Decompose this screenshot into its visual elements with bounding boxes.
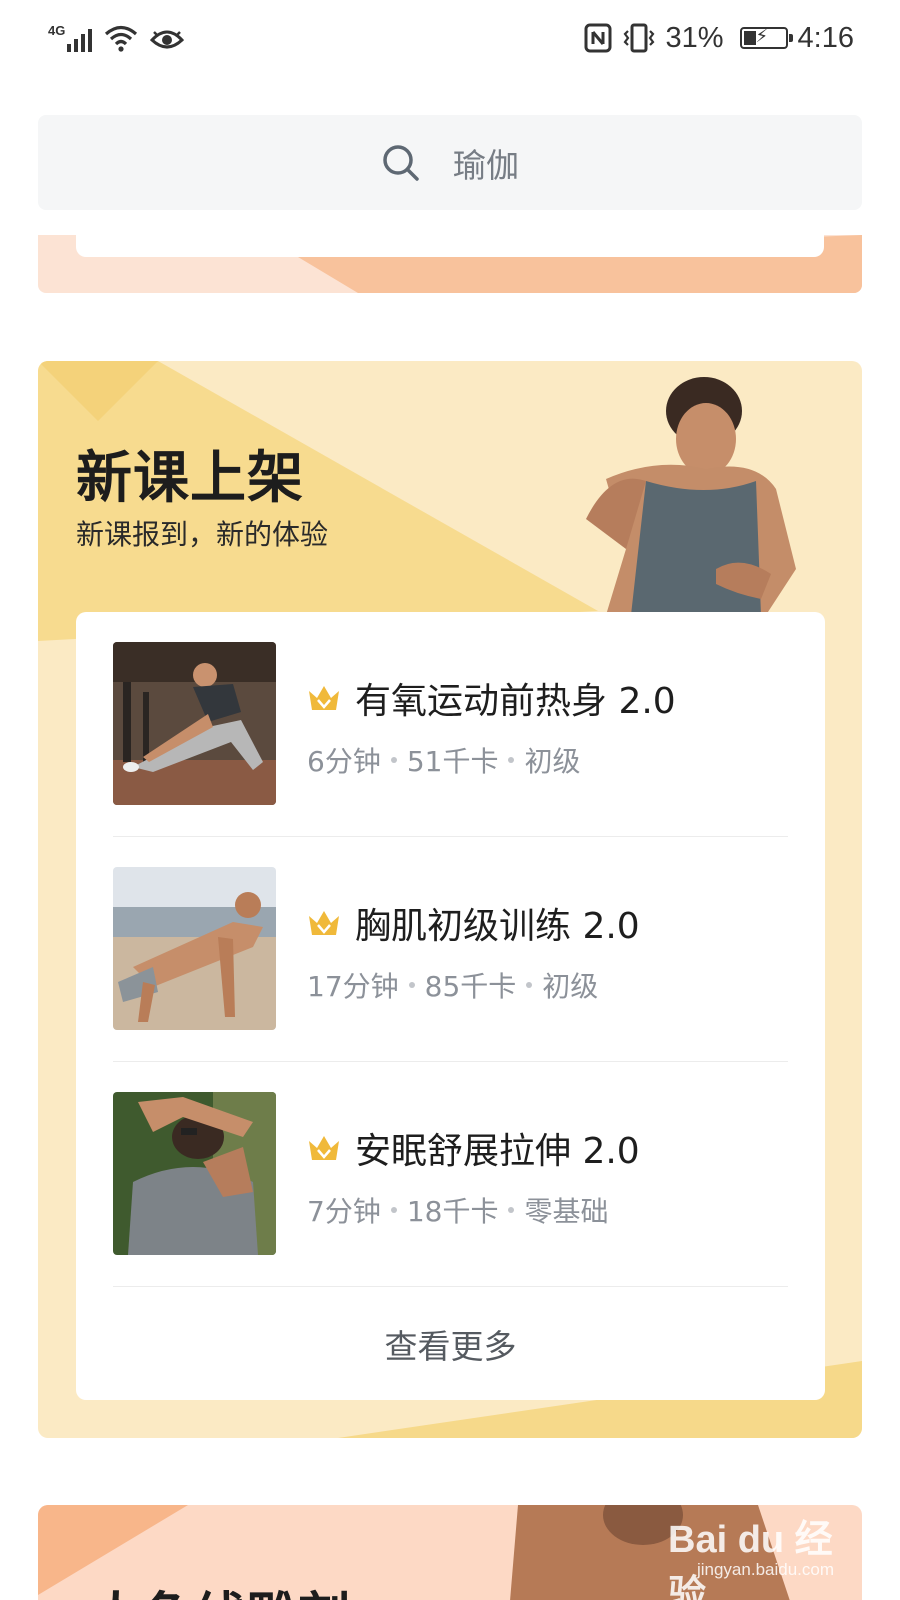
course-list-card: 有氧运动前热身 2.0 6分钟 51千卡 初级 胸肌初级训练 2.0 17分钟 …	[76, 612, 825, 1400]
status-bar-right: 31% ⚡ 4:16	[584, 18, 854, 58]
course-title-row: 胸肌初级训练 2.0	[307, 897, 640, 949]
course-duration: 17分钟	[307, 970, 399, 1003]
nfc-icon	[584, 23, 611, 53]
course-duration: 7分钟	[307, 1195, 381, 1228]
section-title: 人鱼线雕刻	[90, 1575, 350, 1600]
separator-dot	[508, 1207, 515, 1213]
course-thumbnail	[113, 867, 276, 1030]
status-bar-left: 4G	[48, 22, 185, 52]
clock-time: 4:16	[797, 21, 854, 54]
signal-icon	[67, 26, 93, 52]
section-title: 新课上架	[76, 446, 304, 511]
course-calories: 51千卡	[406, 745, 499, 778]
crown-icon	[309, 911, 339, 935]
course-title-row: 安眠舒展拉伸 2.0	[307, 1122, 640, 1174]
runner-illustration	[586, 377, 796, 615]
crown-icon	[309, 686, 339, 710]
separator-dot	[408, 982, 415, 988]
separator-dot	[390, 1207, 397, 1213]
crown-icon	[309, 1136, 339, 1160]
search-icon	[383, 144, 419, 181]
course-title: 有氧运动前热身 2.0	[355, 681, 676, 722]
course-item[interactable]: 胸肌初级训练 2.0 17分钟 85千卡 初级	[113, 837, 788, 1062]
course-meta: 17分钟 85千卡 初级	[307, 965, 598, 1005]
course-calories: 85千卡	[424, 970, 517, 1003]
separator-dot	[526, 982, 533, 988]
course-thumbnail	[113, 642, 276, 805]
course-title: 胸肌初级训练 2.0	[355, 906, 640, 947]
new-courses-section: 新课上架 新课报到，新的体验 有氧运动前热身 2.0 6分钟 51千卡 初级 胸…	[38, 361, 862, 1438]
separator-dot	[508, 757, 515, 763]
course-thumbnail	[113, 1092, 276, 1255]
course-title: 安眠舒展拉伸 2.0	[355, 1131, 640, 1172]
battery-icon: ⚡	[739, 26, 793, 49]
network-type-label: 4G	[48, 23, 66, 38]
vibrate-icon	[623, 23, 654, 53]
course-meta: 6分钟 51千卡 初级	[307, 740, 580, 780]
battery-percent: 31%	[665, 21, 724, 54]
course-item[interactable]: 安眠舒展拉伸 2.0 7分钟 18千卡 零基础	[113, 1062, 788, 1287]
watermark-url: jingyan.baidu.com	[696, 1560, 834, 1579]
search-placeholder: 瑜伽	[453, 145, 519, 185]
view-more-button[interactable]: 查看更多	[76, 1287, 825, 1400]
course-level: 初级	[542, 970, 599, 1003]
course-duration: 6分钟	[307, 745, 381, 778]
course-title-row: 有氧运动前热身 2.0	[307, 672, 676, 724]
watermark: Bai du 经验 jingyan.baidu.com	[668, 1500, 838, 1600]
eye-icon	[150, 30, 185, 49]
banner-card-edge	[76, 235, 824, 257]
course-level: 初级	[524, 745, 581, 778]
promo-banner[interactable]	[38, 235, 862, 293]
section-subtitle: 新课报到，新的体验	[76, 518, 329, 551]
search-input[interactable]: 瑜伽	[38, 115, 862, 210]
course-item[interactable]: 有氧运动前热身 2.0 6分钟 51千卡 初级	[113, 612, 788, 837]
course-meta: 7分钟 18千卡 零基础	[307, 1190, 608, 1230]
wifi-icon	[105, 25, 138, 52]
course-calories: 18千卡	[406, 1195, 499, 1228]
status-bar: 4G 31% ⚡ 4:16	[0, 0, 900, 78]
separator-dot	[390, 757, 397, 763]
watermark-logo: Bai du 经验	[668, 1519, 833, 1600]
course-level: 零基础	[524, 1195, 609, 1228]
